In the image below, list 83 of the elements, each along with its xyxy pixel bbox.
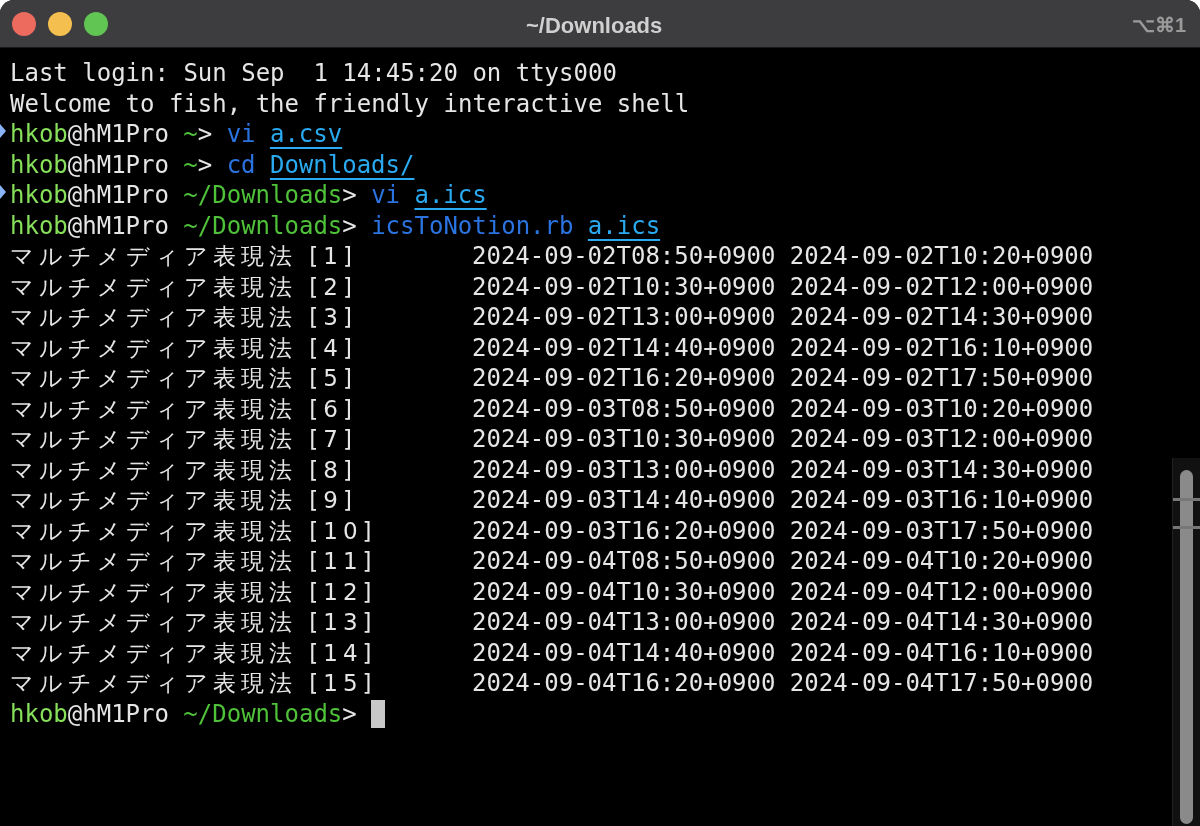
argument-text: a.ics: [587, 210, 661, 241]
window-title: ~/Downloads: [526, 12, 663, 40]
prompt-path: ~/Downloads: [183, 180, 343, 211]
end-time: 2024-09-04T14:30+0900: [789, 607, 1094, 638]
command-text: vi: [371, 180, 401, 211]
start-time: 2024-09-02T16:20+0900: [472, 363, 776, 394]
start-time: 2024-09-02T08:50+0900: [472, 241, 776, 272]
prompt-host: @hM1Pro: [67, 210, 169, 241]
prompt-sign: >: [197, 149, 213, 180]
event-name: マルチメディア表現法 [3]: [10, 303, 358, 332]
end-time: 2024-09-02T17:50+0900: [789, 363, 1094, 394]
event-name: マルチメディア表現法 [11]: [10, 547, 378, 576]
end-time: 2024-09-03T12:00+0900: [789, 424, 1094, 455]
end-time: 2024-09-04T17:50+0900: [789, 668, 1094, 699]
prompt-path: ~/Downloads: [183, 210, 343, 241]
event-name: マルチメディア表現法 [9]: [10, 486, 358, 515]
shortcut-label: ⌥⌘1: [1131, 13, 1186, 38]
prompt-host: @hM1Pro: [67, 119, 169, 150]
end-time: 2024-09-03T17:50+0900: [789, 515, 1094, 546]
zoom-button[interactable]: [84, 11, 108, 36]
prompt-user: hkob: [10, 180, 68, 211]
event-name: マルチメディア表現法 [14]: [10, 638, 378, 668]
argument-text: a.csv: [269, 119, 343, 150]
event-name: マルチメディア表現法 [15]: [10, 669, 378, 698]
output-line: Last login: Sun Sep 1 14:45:20 on ttys000: [10, 58, 617, 89]
command-text: vi: [226, 119, 256, 150]
close-button[interactable]: [12, 11, 36, 36]
prompt-path: ~: [183, 149, 198, 180]
event-name: マルチメディア表現法 [12]: [10, 577, 378, 607]
end-time: 2024-09-02T12:00+0900: [789, 271, 1094, 302]
minimize-button[interactable]: [48, 11, 72, 36]
prompt-user: hkob: [10, 210, 68, 241]
end-time: 2024-09-03T10:20+0900: [789, 393, 1094, 424]
argument-text: Downloads/: [269, 149, 415, 180]
prompt-sign: >: [342, 698, 357, 729]
start-time: 2024-09-04T10:30+0900: [472, 576, 776, 607]
end-time: 2024-09-04T16:10+0900: [789, 637, 1094, 668]
event-name: マルチメディア表現法 [6]: [10, 394, 358, 424]
start-time: 2024-09-04T08:50+0900: [472, 546, 776, 577]
prompt-host: @hM1Pro: [67, 698, 169, 729]
command-text: cd: [226, 149, 256, 180]
event-name: マルチメディア表現法 [10]: [10, 516, 378, 546]
prompt-path: ~: [183, 119, 198, 150]
scrollbar-thumb[interactable]: [1180, 470, 1193, 824]
event-name: マルチメディア表現法 [7]: [10, 425, 358, 454]
prompt-sign: >: [342, 180, 357, 211]
end-time: 2024-09-03T14:30+0900: [789, 454, 1094, 485]
prompt-user: hkob: [10, 149, 68, 180]
start-time: 2024-09-04T13:00+0900: [472, 607, 776, 638]
start-time: 2024-09-02T13:00+0900: [472, 302, 776, 333]
start-time: 2024-09-02T14:40+0900: [472, 332, 776, 363]
scroll-mark: [1173, 526, 1200, 529]
prompt-path: ~/Downloads: [183, 698, 343, 729]
scroll-mark: [1173, 498, 1200, 501]
event-name: マルチメディア表現法 [4]: [10, 333, 358, 363]
event-name: マルチメディア表現法 [2]: [10, 272, 358, 302]
event-name: マルチメディア表現法 [5]: [10, 364, 358, 393]
event-name: マルチメディア表現法 [1]: [10, 242, 358, 271]
start-time: 2024-09-03T16:20+0900: [472, 515, 776, 546]
command-text: icsToNotion.rb: [371, 210, 574, 241]
start-time: 2024-09-03T14:40+0900: [472, 485, 776, 516]
prompt-sign: >: [342, 210, 357, 241]
event-name: マルチメディア表現法 [13]: [10, 608, 378, 637]
start-time: 2024-09-02T10:30+0900: [472, 271, 776, 302]
event-name: マルチメディア表現法 [8]: [10, 455, 358, 485]
prompt-user: hkob: [10, 698, 68, 729]
prompt-sign: >: [197, 119, 213, 150]
prompt-user: hkob: [10, 119, 68, 150]
end-time: 2024-09-04T12:00+0900: [789, 576, 1094, 607]
start-time: 2024-09-03T10:30+0900: [472, 424, 776, 455]
output-line: Welcome to fish, the friendly interactive shell: [10, 88, 690, 119]
end-time: 2024-09-03T16:10+0900: [789, 485, 1094, 516]
prompt-host: @hM1Pro: [67, 180, 169, 211]
start-time: 2024-09-03T13:00+0900: [472, 454, 776, 485]
end-time: 2024-09-02T14:30+0900: [789, 302, 1094, 333]
end-time: 2024-09-02T10:20+0900: [789, 241, 1094, 272]
end-time: 2024-09-02T16:10+0900: [789, 332, 1094, 363]
start-time: 2024-09-03T08:50+0900: [472, 393, 776, 424]
start-time: 2024-09-04T14:40+0900: [472, 637, 776, 668]
prompt-host: @hM1Pro: [67, 149, 169, 180]
end-time: 2024-09-04T10:20+0900: [789, 546, 1094, 577]
argument-text: a.ics: [414, 180, 487, 211]
start-time: 2024-09-04T16:20+0900: [472, 668, 776, 699]
